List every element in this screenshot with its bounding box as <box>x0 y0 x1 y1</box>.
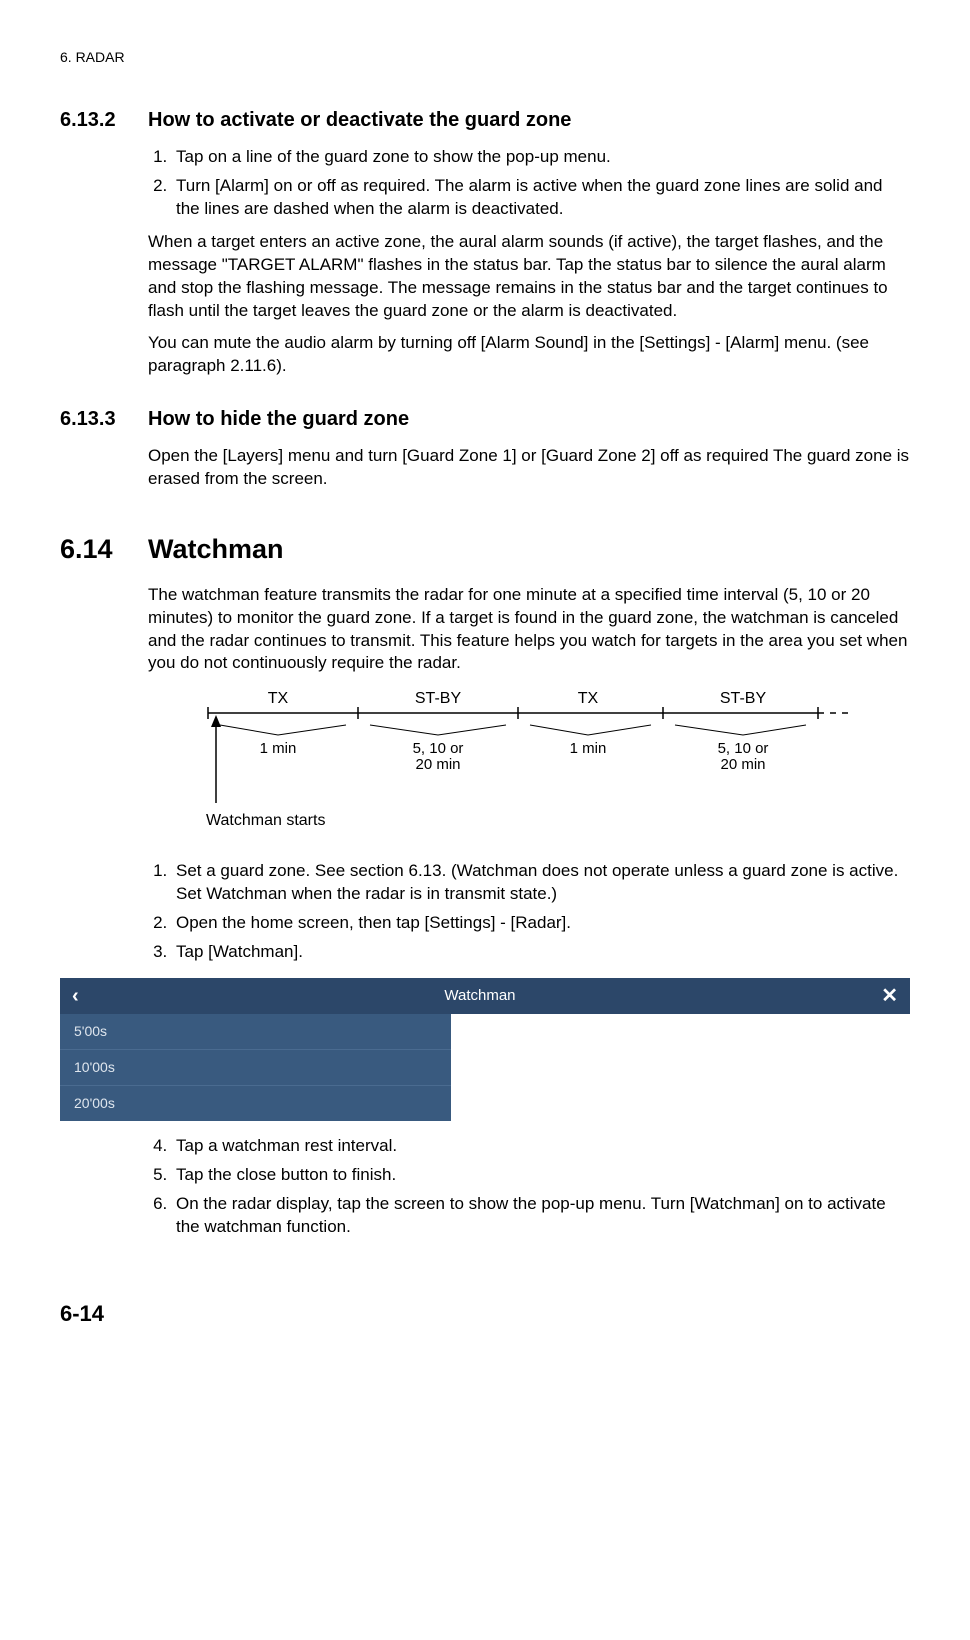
heading-6-13-2: 6.13.2 How to activate or deactivate the… <box>60 107 910 134</box>
step: Tap the close button to finish. <box>172 1164 910 1187</box>
step: Tap a watchman rest interval. <box>172 1135 910 1158</box>
diagram-under-label: 5, 10 or20 min <box>413 740 464 773</box>
paragraph: When a target enters an active zone, the… <box>148 231 910 323</box>
watchman-option[interactable]: 10'00s <box>60 1050 451 1086</box>
step: Open the home screen, then tap [Settings… <box>172 912 910 935</box>
page-number: 6-14 <box>60 1299 910 1329</box>
diagram-under-label: 1 min <box>570 740 607 757</box>
dialog-titlebar: ‹ Watchman ✕ <box>60 978 910 1014</box>
dialog-title: Watchman <box>79 986 882 1006</box>
watchman-options-list: 5'00s 10'00s 20'00s <box>60 1014 451 1121</box>
heading-number: 6.13.3 <box>60 406 148 433</box>
paragraph: You can mute the audio alarm by turning … <box>148 332 910 378</box>
diagram-label: ST-BY <box>720 690 767 707</box>
watchman-settings-screenshot: ‹ Watchman ✕ 5'00s 10'00s 20'00s <box>60 978 910 1121</box>
running-header: 6. RADAR <box>60 48 910 67</box>
diagram-label: TX <box>578 690 599 707</box>
step: Turn [Alarm] on or off as required. The … <box>172 175 910 221</box>
heading-6-14: 6.14 Watchman <box>60 531 910 567</box>
heading-number: 6.14 <box>60 531 148 567</box>
steps-6-14-b: Tap a watchman rest interval. Tap the cl… <box>148 1135 910 1239</box>
heading-6-13-3: 6.13.3 How to hide the guard zone <box>60 406 910 433</box>
heading-number: 6.13.2 <box>60 107 148 134</box>
steps-6-13-2: Tap on a line of the guard zone to show … <box>148 146 910 221</box>
close-icon[interactable]: ✕ <box>881 986 898 1006</box>
diagram-under-label: 5, 10 or20 min <box>718 740 769 773</box>
diagram-label: TX <box>268 690 289 707</box>
watchman-option[interactable]: 20'00s <box>60 1086 451 1121</box>
heading-title: How to hide the guard zone <box>148 406 409 433</box>
watchman-option[interactable]: 5'00s <box>60 1014 451 1050</box>
heading-title: How to activate or deactivate the guard … <box>148 107 571 134</box>
heading-title: Watchman <box>148 531 284 567</box>
step: Set a guard zone. See section 6.13. (Wat… <box>172 860 910 906</box>
paragraph: Open the [Layers] menu and turn [Guard Z… <box>148 445 910 491</box>
step: On the radar display, tap the screen to … <box>172 1193 910 1239</box>
diagram-caption: Watchman starts <box>206 812 325 829</box>
steps-6-14-a: Set a guard zone. See section 6.13. (Wat… <box>148 860 910 964</box>
watchman-timing-diagram: TX ST-BY TX ST-BY 1 min 5, 10 or20 min 1… <box>148 685 910 842</box>
paragraph: The watchman feature transmits the radar… <box>148 584 910 676</box>
diagram-under-label: 1 min <box>260 740 297 757</box>
step: Tap on a line of the guard zone to show … <box>172 146 910 169</box>
diagram-label: ST-BY <box>415 690 462 707</box>
step: Tap [Watchman]. <box>172 941 910 964</box>
back-icon[interactable]: ‹ <box>72 986 79 1006</box>
